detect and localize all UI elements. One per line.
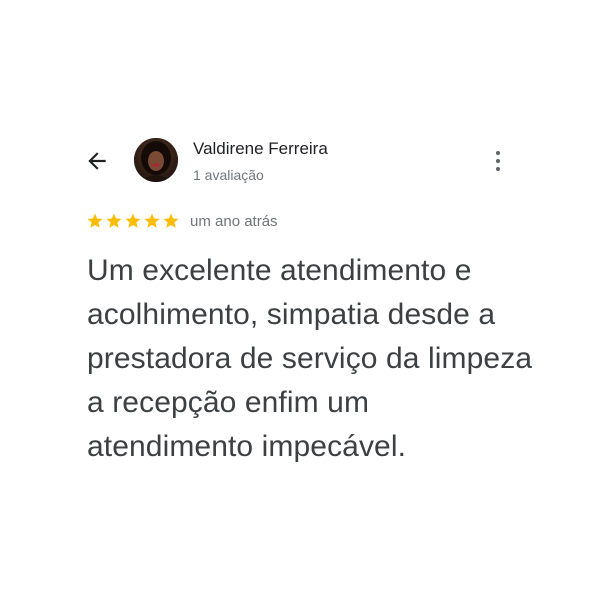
more-vert-icon: [496, 151, 500, 155]
rating-row: um ano atrás: [86, 210, 278, 232]
star-icon: [125, 213, 141, 228]
review-count: 1 avaliação: [193, 167, 264, 183]
reviewer-name[interactable]: Valdirene Ferreira: [193, 139, 328, 159]
star-icon: [144, 213, 160, 228]
more-options-button[interactable]: [486, 148, 510, 174]
more-vert-icon-dot: [496, 167, 500, 171]
star-icon: [106, 213, 122, 228]
review-date: um ano atrás: [190, 212, 278, 230]
star-rating: [86, 212, 181, 230]
star-icon: [163, 213, 179, 228]
avatar-photo: [134, 138, 178, 182]
back-button[interactable]: [82, 146, 112, 176]
arrow-back-icon: [88, 152, 106, 170]
avatar[interactable]: [134, 138, 178, 182]
more-vert-icon-dot: [496, 159, 500, 163]
star-icon: [87, 213, 103, 228]
review-text: Um excelente atendimento e acolhimento, …: [87, 254, 533, 463]
